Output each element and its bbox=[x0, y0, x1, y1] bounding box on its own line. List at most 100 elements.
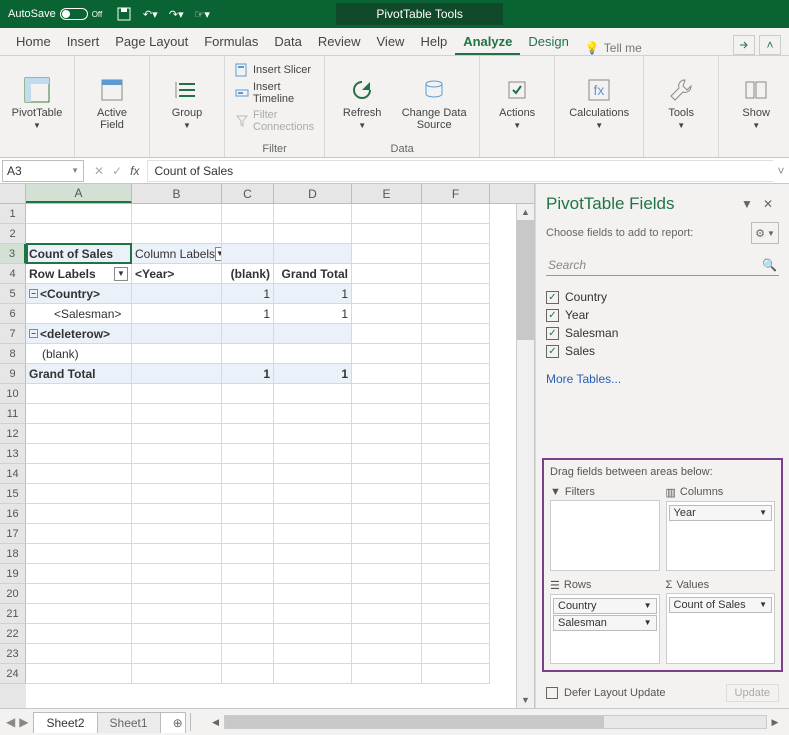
row-header[interactable]: 15 bbox=[0, 484, 26, 504]
cell[interactable] bbox=[422, 404, 490, 424]
checkbox-icon[interactable]: ✓ bbox=[546, 345, 559, 358]
cell[interactable] bbox=[422, 204, 490, 224]
cell[interactable]: 1 bbox=[274, 364, 352, 384]
cell[interactable] bbox=[352, 524, 422, 544]
cell[interactable] bbox=[132, 284, 222, 304]
tab-splitter[interactable] bbox=[190, 713, 198, 731]
cell[interactable] bbox=[132, 204, 222, 224]
fx-icon[interactable]: fx bbox=[130, 164, 139, 178]
cell[interactable]: (blank) bbox=[222, 264, 274, 284]
cell[interactable] bbox=[132, 564, 222, 584]
row-header[interactable]: 20 bbox=[0, 584, 26, 604]
cell[interactable] bbox=[26, 444, 132, 464]
cell[interactable] bbox=[132, 444, 222, 464]
cell[interactable] bbox=[132, 524, 222, 544]
cell[interactable]: 1 bbox=[222, 364, 274, 384]
cell[interactable] bbox=[352, 204, 422, 224]
cell[interactable] bbox=[352, 464, 422, 484]
cell[interactable] bbox=[352, 284, 422, 304]
row-header[interactable]: 13 bbox=[0, 444, 26, 464]
cancel-formula-icon[interactable]: ✕ bbox=[94, 164, 104, 178]
sheet-tab[interactable]: Sheet2 bbox=[33, 712, 97, 733]
defer-checkbox[interactable] bbox=[546, 687, 558, 699]
pivottable-button[interactable]: PivotTable ▼ bbox=[6, 60, 68, 141]
scroll-thumb[interactable] bbox=[517, 220, 534, 340]
cell[interactable] bbox=[132, 604, 222, 624]
row-header[interactable]: 8 bbox=[0, 344, 26, 364]
tab-data[interactable]: Data bbox=[266, 30, 309, 55]
cell[interactable] bbox=[422, 504, 490, 524]
cell[interactable] bbox=[422, 324, 490, 344]
change-data-source-button[interactable]: Change Data Source bbox=[395, 60, 473, 141]
row-header[interactable]: 6 bbox=[0, 304, 26, 324]
cell[interactable] bbox=[26, 384, 132, 404]
filters-area[interactable]: ▼Filters bbox=[550, 484, 660, 571]
cell[interactable] bbox=[352, 544, 422, 564]
actions-button[interactable]: Actions▼ bbox=[486, 60, 548, 141]
close-icon[interactable]: ✕ bbox=[763, 197, 779, 211]
scroll-down-icon[interactable]: ▼ bbox=[517, 692, 534, 708]
row-header[interactable]: 2 bbox=[0, 224, 26, 244]
checkbox-icon[interactable]: ✓ bbox=[546, 327, 559, 340]
checkbox-icon[interactable]: ✓ bbox=[546, 291, 559, 304]
cell[interactable]: −<deleterow> bbox=[26, 324, 132, 344]
cell[interactable]: Column Labels▼ bbox=[132, 244, 222, 264]
pane-menu-icon[interactable]: ▼ bbox=[741, 197, 757, 211]
cell[interactable] bbox=[132, 664, 222, 684]
cell[interactable] bbox=[422, 304, 490, 324]
cell[interactable] bbox=[274, 384, 352, 404]
tab-insert[interactable]: Insert bbox=[59, 30, 108, 55]
cell[interactable] bbox=[422, 484, 490, 504]
cell[interactable] bbox=[132, 484, 222, 504]
active-field-button[interactable]: Active Field bbox=[81, 60, 143, 141]
cell[interactable] bbox=[352, 644, 422, 664]
column-header[interactable]: F bbox=[422, 184, 490, 203]
cell[interactable]: Row Labels▼ bbox=[26, 264, 132, 284]
cell[interactable] bbox=[222, 604, 274, 624]
cell[interactable] bbox=[26, 544, 132, 564]
cell[interactable] bbox=[222, 404, 274, 424]
insert-slicer-button[interactable]: Insert Slicer bbox=[233, 62, 316, 78]
cell[interactable] bbox=[222, 484, 274, 504]
cell[interactable] bbox=[132, 544, 222, 564]
cell[interactable] bbox=[26, 604, 132, 624]
cell[interactable] bbox=[274, 664, 352, 684]
row-header[interactable]: 23 bbox=[0, 644, 26, 664]
area-pill[interactable]: Salesman▼ bbox=[553, 615, 657, 631]
row-header[interactable]: 1 bbox=[0, 204, 26, 224]
area-pill[interactable]: Country▼ bbox=[553, 598, 657, 614]
cell[interactable] bbox=[26, 644, 132, 664]
tab-home[interactable]: Home bbox=[8, 30, 59, 55]
cell[interactable] bbox=[222, 564, 274, 584]
cell[interactable] bbox=[422, 364, 490, 384]
cell[interactable]: Grand Total bbox=[274, 264, 352, 284]
tab-review[interactable]: Review bbox=[310, 30, 369, 55]
row-header[interactable]: 7 bbox=[0, 324, 26, 344]
column-header[interactable]: C bbox=[222, 184, 274, 203]
row-header[interactable]: 5 bbox=[0, 284, 26, 304]
row-header[interactable]: 19 bbox=[0, 564, 26, 584]
add-sheet-button[interactable]: ⊕ bbox=[160, 712, 186, 733]
cell[interactable] bbox=[422, 664, 490, 684]
cell[interactable] bbox=[352, 264, 422, 284]
cell[interactable] bbox=[352, 444, 422, 464]
row-header[interactable]: 22 bbox=[0, 624, 26, 644]
cell[interactable] bbox=[422, 564, 490, 584]
scroll-up-icon[interactable]: ▲ bbox=[517, 204, 534, 220]
pane-layout-button[interactable]: ⚙▼ bbox=[751, 222, 779, 244]
cell[interactable] bbox=[132, 504, 222, 524]
column-header[interactable]: B bbox=[132, 184, 222, 203]
cell[interactable] bbox=[274, 464, 352, 484]
cell[interactable] bbox=[222, 244, 274, 264]
cell[interactable] bbox=[352, 624, 422, 644]
tab-formulas[interactable]: Formulas bbox=[196, 30, 266, 55]
cell[interactable] bbox=[26, 564, 132, 584]
cell[interactable] bbox=[274, 604, 352, 624]
cell[interactable] bbox=[132, 424, 222, 444]
cell[interactable] bbox=[274, 204, 352, 224]
column-header[interactable]: E bbox=[352, 184, 422, 203]
field-item[interactable]: ✓Sales bbox=[546, 342, 779, 360]
scroll-left-icon[interactable]: ◀ bbox=[208, 717, 224, 728]
formula-input[interactable]: Count of Sales bbox=[147, 160, 773, 182]
row-header[interactable]: 3 bbox=[0, 244, 26, 264]
